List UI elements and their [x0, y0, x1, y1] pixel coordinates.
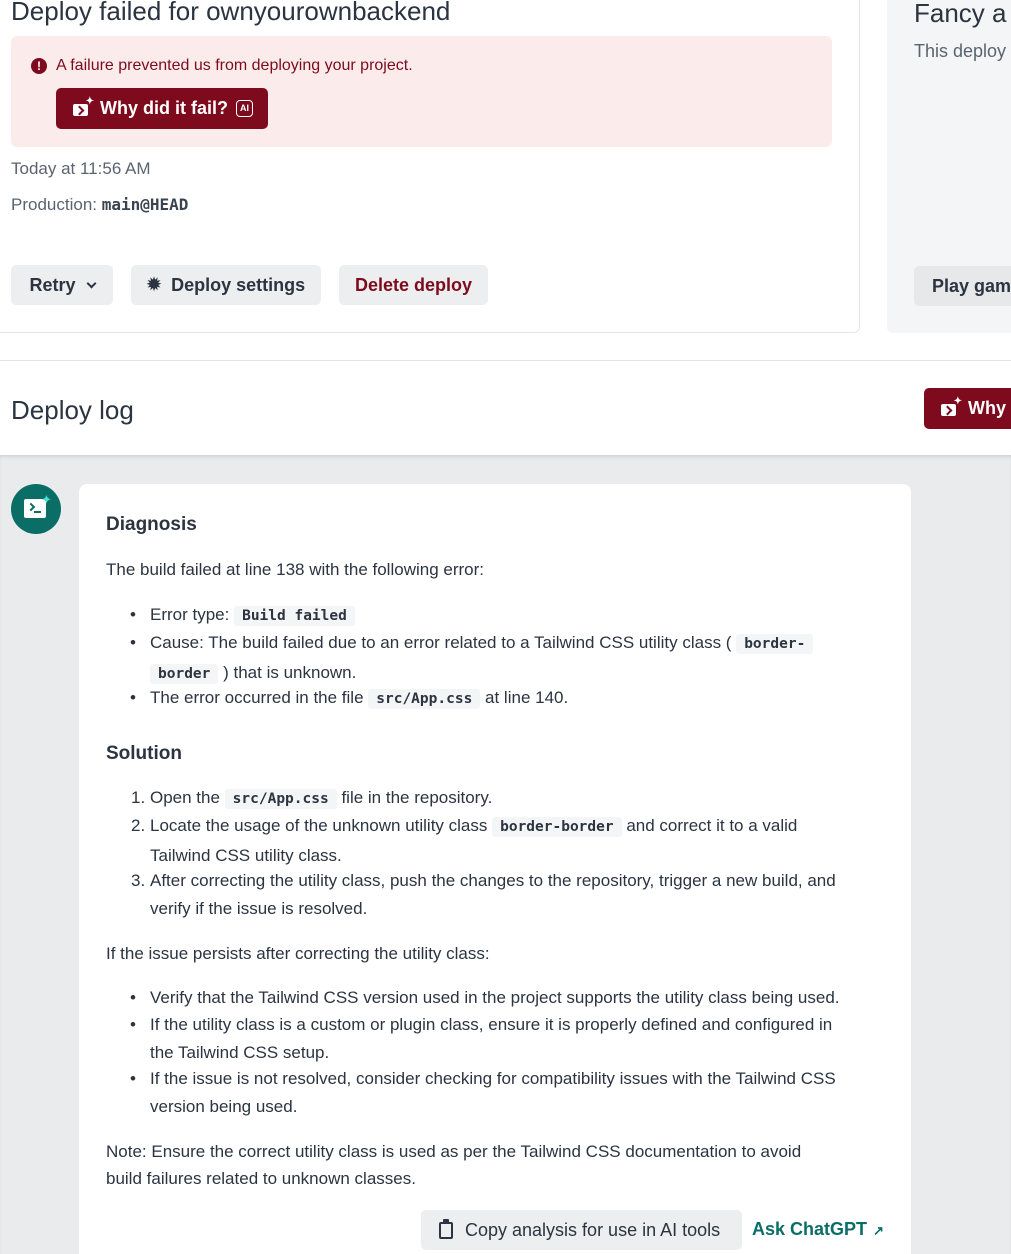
- ai-sparkle-icon: ✦: [73, 96, 94, 117]
- list-item: • Cause: The build failed due to an erro…: [130, 629, 890, 688]
- deploy-time: Today at 11:56 AM: [11, 159, 151, 178]
- why-button-label: Why did it fail?: [100, 98, 228, 118]
- list-item: 2. Locate the usage of the unknown utili…: [131, 812, 890, 869]
- step-number: 3.: [131, 871, 146, 890]
- copy-analysis-label: Copy analysis for use in AI tools: [465, 1219, 721, 1240]
- diagnosis-heading: Diagnosis: [106, 514, 197, 535]
- external-link-icon: ↗: [873, 1223, 884, 1238]
- note-line: build failures related to unknown classe…: [106, 1169, 416, 1188]
- diagnosis-intro: The build failed at line 138 with the fo…: [106, 560, 484, 579]
- retry-label: Retry: [29, 274, 76, 295]
- step-text: and correct it to a valid: [626, 816, 798, 835]
- code-snippet: Build failed: [234, 606, 355, 626]
- list-item: • If the utility class is a custom or pl…: [130, 1015, 833, 1062]
- ask-chatgpt-label: Ask ChatGPT: [752, 1219, 868, 1239]
- list-item: • Error type: Build failed: [130, 601, 890, 631]
- step-text: verify if the issue is resolved.: [150, 898, 368, 918]
- game-card-title: Fancy a g: [914, 0, 1011, 28]
- ask-chatgpt-link[interactable]: Ask ChatGPT ↗: [752, 1219, 884, 1240]
- bullet-text: If the issue is not resolved, consider c…: [150, 1069, 836, 1088]
- deploy-log-title: Deploy log: [11, 395, 134, 425]
- diagnosis-card: Diagnosis The build failed at line 138 w…: [79, 484, 911, 1254]
- deploy-settings-label: Deploy settings: [171, 274, 306, 295]
- production-info: Production: main@HEAD: [11, 195, 188, 215]
- persist-intro: If the issue persists after correcting t…: [106, 944, 490, 963]
- bullet-text: Error type:: [150, 605, 235, 624]
- solution-heading: Solution: [106, 743, 182, 764]
- failure-alert: ! A failure prevented us from deploying …: [11, 36, 832, 147]
- bullet-text: Cause: The build failed due to an error …: [150, 633, 732, 652]
- step-text: file in the repository.: [341, 788, 493, 807]
- step-text: Locate the usage of the unknown utility …: [150, 816, 493, 835]
- why-did-it-fail-button[interactable]: ✦ Why did it fail? AI: [56, 88, 268, 129]
- note-line: Note: Ensure the correct utility class i…: [106, 1142, 802, 1161]
- gear-icon: ✹: [146, 275, 162, 294]
- divider: [0, 360, 1011, 361]
- retry-button[interactable]: Retry: [11, 265, 113, 305]
- assistant-avatar: ✦: [11, 484, 61, 534]
- bullet-text: Verify that the Tailwind CSS version use…: [150, 988, 840, 1007]
- bullet-text: The error occurred in the file: [150, 688, 369, 707]
- code-snippet: src/App.css: [224, 789, 337, 809]
- chevron-down-icon: [86, 278, 96, 288]
- list-item: • If the issue is not resolved, consider…: [130, 1069, 836, 1116]
- step-text: Tailwind CSS utility class.: [150, 845, 342, 865]
- bullet-text: the Tailwind CSS setup.: [150, 1042, 330, 1062]
- code-snippet: border-: [736, 634, 814, 654]
- copy-analysis-button[interactable]: Copy analysis for use in AI tools: [421, 1210, 742, 1250]
- step-number: 2.: [131, 816, 146, 835]
- list-item: 1. Open the src/App.css file in the repo…: [131, 784, 890, 814]
- branch-ref: main@HEAD: [101, 195, 189, 214]
- production-label: Production:: [11, 195, 97, 214]
- deploy-settings-button[interactable]: ✹ Deploy settings: [131, 265, 321, 305]
- bullet-text: ) that is unknown.: [223, 662, 357, 682]
- deploy-log-why-label: Why: [968, 398, 1006, 418]
- bullet-text: at line 140.: [485, 688, 569, 707]
- failure-message: A failure prevented us from deploying yo…: [56, 57, 413, 74]
- code-snippet: border: [150, 663, 219, 684]
- bullet-text: If the utility class is a custom or plug…: [150, 1015, 833, 1034]
- list-item: • The error occurred in the file src/App…: [130, 688, 569, 709]
- error-icon: !: [31, 58, 47, 74]
- clipboard-icon: [439, 1218, 453, 1239]
- code-snippet: src/App.css: [368, 689, 481, 709]
- list-item: 3. After correcting the utility class, p…: [131, 867, 890, 922]
- step-text: After correcting the utility class, push…: [150, 871, 836, 890]
- step-text: Open the: [150, 788, 225, 807]
- delete-deploy-label: Delete deploy: [354, 274, 473, 295]
- list-item: • Verify that the Tailwind CSS version u…: [130, 988, 840, 1007]
- ai-badge: AI: [236, 100, 253, 117]
- game-card: Fancy a g This deploy Play game: [887, 0, 1011, 333]
- code-snippet: border-border: [492, 817, 622, 837]
- play-game-button[interactable]: Play game: [914, 266, 1011, 306]
- ai-sparkle-icon: ✦: [941, 396, 962, 417]
- bullet-text: version being used.: [150, 1096, 298, 1116]
- page-title: Deploy failed for ownyourownbackend: [11, 0, 451, 26]
- step-number: 1.: [131, 788, 146, 807]
- deploy-log-why-button[interactable]: ✦ Why: [924, 388, 1011, 429]
- game-card-subtitle: This deploy: [914, 41, 1007, 61]
- note-text: Note: Ensure the correct utility class i…: [106, 1138, 886, 1192]
- delete-deploy-button[interactable]: Delete deploy: [339, 265, 488, 305]
- sparkle-icon: ✦: [41, 492, 52, 507]
